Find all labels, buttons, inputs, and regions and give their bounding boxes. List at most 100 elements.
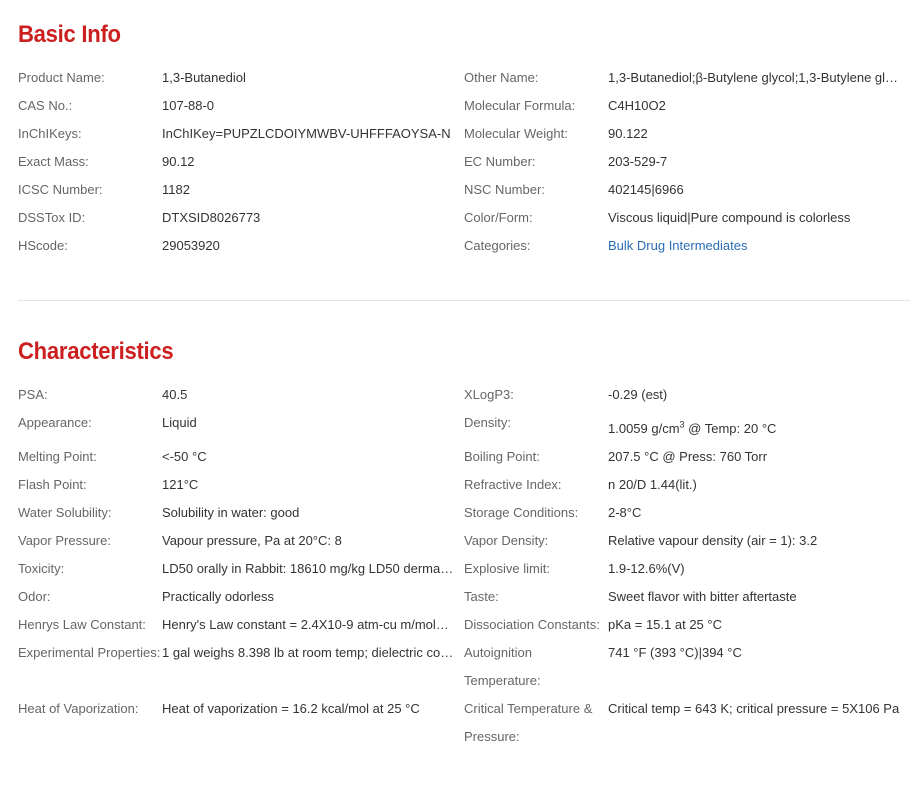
appearance-value: Liquid [162, 415, 197, 430]
info-row: Vapor Pressure: Vapour pressure, Pa at 2… [18, 527, 910, 555]
cas-no-label: CAS No.: [18, 98, 73, 113]
other-name-value: 1,3-Butanediol;β-Butylene glycol;1,3-But… [608, 70, 900, 85]
info-cell: NSC Number: 402145|6966 [464, 176, 910, 204]
info-cell: Melting Point: <-50 °C [18, 443, 464, 471]
autoignition-temperature-label: Autoignition Temperature: [464, 645, 541, 688]
info-cell: Water Solubility: Solubility in water: g… [18, 499, 464, 527]
info-cell: Heat of Vaporization: Heat of vaporizati… [18, 695, 464, 751]
dissociation-constants-value: pKa = 15.1 at 25 °C [608, 617, 722, 632]
autoignition-temperature-value: 741 °F (393 °C)|394 °C [608, 645, 742, 660]
product-name-value: 1,3-Butanediol [162, 70, 246, 85]
info-cell: Boiling Point: 207.5 °C @ Press: 760 Tor… [464, 443, 910, 471]
info-row: InChIKeys: InChIKey=PUPZLCDOIYMWBV-UHFFF… [18, 120, 910, 148]
vapor-pressure-label: Vapor Pressure: [18, 533, 111, 548]
psa-label: PSA: [18, 387, 48, 402]
info-row: Toxicity: LD50 orally in Rabbit: 18610 m… [18, 555, 910, 583]
refractive-index-value: n 20/D 1.44(lit.) [608, 477, 697, 492]
toxicity-label: Toxicity: [18, 561, 65, 576]
melting-point-label: Melting Point: [18, 449, 97, 464]
vapor-density-value: Relative vapour density (air = 1): 3.2 [608, 533, 818, 548]
nsc-number-value: 402145|6966 [608, 182, 684, 197]
inchikeys-label: InChIKeys: [18, 126, 82, 141]
info-row: Experimental Properties: 1 gal weighs 8.… [18, 639, 910, 695]
density-value-temp: @ Temp: 20 °C [684, 421, 777, 436]
water-solubility-value: Solubility in water: good [162, 505, 300, 520]
density-label: Density: [464, 415, 511, 430]
info-row: Product Name: 1,3-Butanediol Other Name:… [18, 64, 910, 92]
info-cell: Refractive Index: n 20/D 1.44(lit.) [464, 471, 910, 499]
info-cell: Exact Mass: 90.12 [18, 148, 464, 176]
experimental-properties-label: Experimental Properties: [18, 645, 161, 660]
info-cell: EC Number: 203-529-7 [464, 148, 910, 176]
psa-value: 40.5 [162, 387, 188, 402]
ec-number-label: EC Number: [464, 154, 536, 169]
info-row: Exact Mass: 90.12 EC Number: 203-529-7 [18, 148, 910, 176]
experimental-properties-value: 1 gal weighs 8.398 lb at room temp; diel… [162, 645, 454, 660]
info-cell: ICSC Number: 1182 [18, 176, 464, 204]
explosive-limit-value: 1.9-12.6%(V) [608, 561, 685, 576]
info-cell: HScode: 29053920 [18, 232, 464, 260]
info-row: Odor: Practically odorless Taste: Sweet … [18, 583, 910, 611]
dsstox-id-label: DSSTox ID: [18, 210, 86, 225]
info-cell: Density: 1.0059 g/cm3 @ Temp: 20 °C [464, 409, 910, 443]
storage-conditions-label: Storage Conditions: [464, 505, 579, 520]
flash-point-value: 121°C [162, 477, 199, 492]
vapor-pressure-value: Vapour pressure, Pa at 20°C: 8 [162, 533, 342, 548]
heat-of-vaporization-label: Heat of Vaporization: [18, 701, 139, 716]
section-divider [18, 300, 910, 301]
molecular-weight-value: 90.122 [608, 126, 648, 141]
exact-mass-value: 90.12 [162, 154, 195, 169]
water-solubility-label: Water Solubility: [18, 505, 112, 520]
info-cell: Appearance: Liquid [18, 409, 464, 443]
info-cell: PSA: 40.5 [18, 381, 464, 409]
info-cell: Autoignition Temperature: 741 °F (393 °C… [464, 639, 910, 695]
basic-info-title: Basic Info [18, 21, 121, 48]
info-cell: Color/Form: Viscous liquid|Pure compound… [464, 204, 910, 232]
info-cell: Categories: Bulk Drug Intermediates [464, 232, 910, 260]
henrys-law-constant-value: Henry's Law constant = 2.4X10-9 atm-cu m… [162, 617, 454, 632]
critical-temperature-pressure-label: Critical Temperature & Pressure: [464, 701, 593, 744]
info-cell: Taste: Sweet flavor with bitter aftertas… [464, 583, 910, 611]
nsc-number-label: NSC Number: [464, 182, 545, 197]
color-form-value: Viscous liquid|Pure compound is colorles… [608, 210, 851, 225]
henrys-law-constant-label: Henrys Law Constant: [18, 617, 146, 632]
info-row: ICSC Number: 1182 NSC Number: 402145|696… [18, 176, 910, 204]
info-cell: Other Name: 1,3-Butanediol;β-Butylene gl… [464, 64, 910, 92]
dsstox-id-value: DTXSID8026773 [162, 210, 261, 225]
ec-number-value: 203-529-7 [608, 154, 668, 169]
info-row: DSSTox ID: DTXSID8026773 Color/Form: Vis… [18, 204, 910, 232]
heat-of-vaporization-value: Heat of vaporization = 16.2 kcal/mol at … [162, 701, 420, 716]
info-cell: Experimental Properties: 1 gal weighs 8.… [18, 639, 464, 695]
boiling-point-label: Boiling Point: [464, 449, 540, 464]
info-cell: Odor: Practically odorless [18, 583, 464, 611]
refractive-index-label: Refractive Index: [464, 477, 562, 492]
toxicity-value: LD50 orally in Rabbit: 18610 mg/kg LD50 … [162, 561, 454, 576]
xlogp3-label: XLogP3: [464, 387, 514, 402]
color-form-label: Color/Form: [464, 210, 533, 225]
info-row: Water Solubility: Solubility in water: g… [18, 499, 910, 527]
molecular-formula-value: C4H10O2 [608, 98, 666, 113]
info-cell: Dissociation Constants: pKa = 15.1 at 25… [464, 611, 910, 639]
categories-link[interactable]: Bulk Drug Intermediates [608, 232, 900, 260]
info-row: Melting Point: <-50 °C Boiling Point: 20… [18, 443, 910, 471]
cas-no-value: 107-88-0 [162, 98, 215, 113]
info-row: Appearance: Liquid Density: 1.0059 g/cm3… [18, 409, 910, 443]
characteristics-grid: PSA: 40.5 XLogP3: -0.29 (est) Appearance… [18, 381, 910, 751]
hscode-value: 29053920 [162, 238, 220, 253]
taste-label: Taste: [464, 589, 499, 604]
icsc-number-label: ICSC Number: [18, 182, 103, 197]
info-cell: Storage Conditions: 2-8°C [464, 499, 910, 527]
info-cell: Molecular Formula: C4H10O2 [464, 92, 910, 120]
critical-temperature-pressure-value: Critical temp = 643 K; critical pressure… [608, 701, 900, 716]
info-cell: Vapor Density: Relative vapour density (… [464, 527, 910, 555]
molecular-formula-label: Molecular Formula: [464, 98, 576, 113]
info-cell: DSSTox ID: DTXSID8026773 [18, 204, 464, 232]
info-cell: Henrys Law Constant: Henry's Law constan… [18, 611, 464, 639]
appearance-label: Appearance: [18, 415, 92, 430]
density-value: 1.0059 g/cm3 @ Temp: 20 °C [608, 409, 900, 443]
taste-value: Sweet flavor with bitter aftertaste [608, 589, 797, 604]
melting-point-value: <-50 °C [162, 449, 207, 464]
info-cell: Explosive limit: 1.9-12.6%(V) [464, 555, 910, 583]
exact-mass-label: Exact Mass: [18, 154, 89, 169]
other-name-label: Other Name: [464, 70, 539, 85]
